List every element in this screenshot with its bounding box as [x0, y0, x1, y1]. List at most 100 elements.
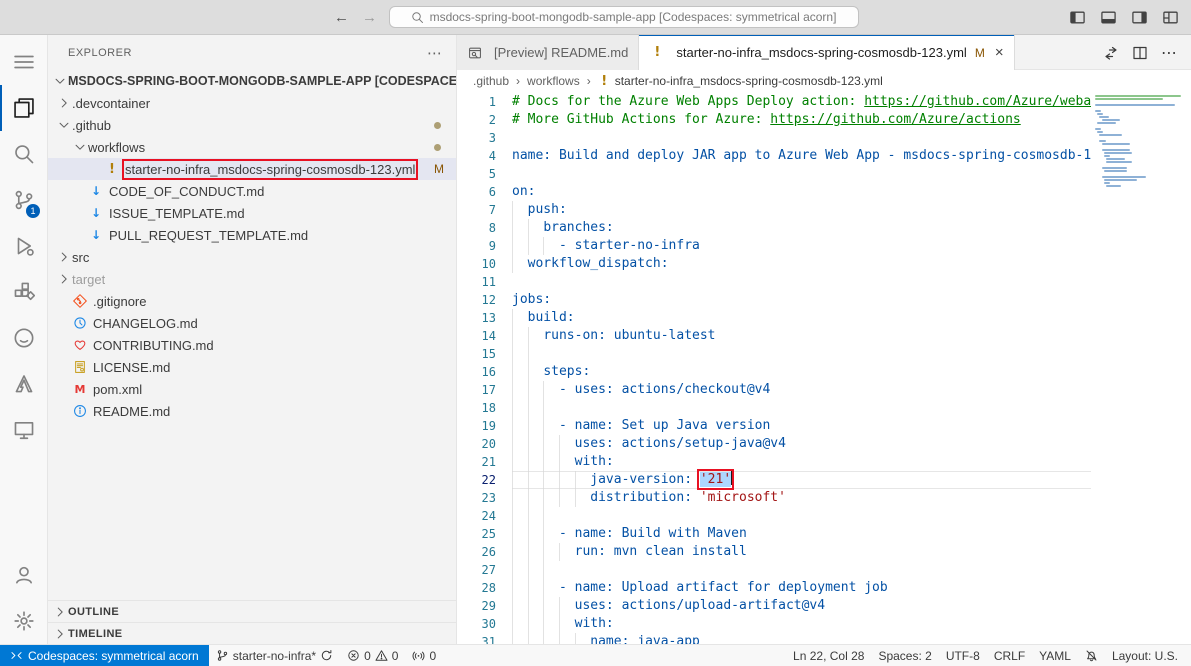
- tree-item-pom-xml[interactable]: Mpom.xml: [48, 378, 456, 400]
- code-line-12[interactable]: 12jobs:: [457, 291, 1091, 309]
- tree-item-pull-request-template-md[interactable]: ↓PULL_REQUEST_TEMPLATE.md: [48, 224, 456, 246]
- code-line-16[interactable]: 16 steps:: [457, 363, 1091, 381]
- encoding-indicator[interactable]: UTF-8: [939, 645, 987, 666]
- code-line-18[interactable]: 18: [457, 399, 1091, 417]
- code-line-17[interactable]: 17 - uses: actions/checkout@v4: [457, 381, 1091, 399]
- line-number: 16: [457, 363, 496, 381]
- outline-section[interactable]: OUTLINE: [48, 600, 456, 622]
- forward-icon[interactable]: →: [361, 9, 379, 26]
- activity-account[interactable]: [0, 552, 47, 598]
- activity-extensions[interactable]: [0, 269, 47, 315]
- breadcrumb-item-github[interactable]: .github: [473, 74, 509, 88]
- ports-indicator[interactable]: 0: [405, 645, 443, 666]
- activity-explorer[interactable]: [0, 85, 47, 131]
- minimap[interactable]: [1091, 92, 1191, 644]
- code-line-9[interactable]: 9 - starter-no-infra: [457, 237, 1091, 255]
- cursor-position[interactable]: Ln 22, Col 28: [786, 645, 871, 666]
- keyboard-layout[interactable]: Layout: U.S.: [1105, 645, 1185, 666]
- code-line-20[interactable]: 20 uses: actions/setup-java@v4: [457, 435, 1091, 453]
- tree-item-issue-template-md[interactable]: ↓ISSUE_TEMPLATE.md: [48, 202, 456, 224]
- language-indicator[interactable]: YAML: [1032, 645, 1078, 666]
- tree-item-label: .gitignore: [93, 294, 146, 309]
- code-line-15[interactable]: 15: [457, 345, 1091, 363]
- code-line-25[interactable]: 25 - name: Build with Maven: [457, 525, 1091, 543]
- timeline-section[interactable]: TIMELINE: [48, 622, 456, 644]
- remote-indicator[interactable]: Codespaces: symmetrical acorn: [0, 645, 209, 666]
- editor-more-actions-icon[interactable]: ⋯: [1161, 43, 1177, 63]
- back-icon[interactable]: ←: [333, 9, 351, 26]
- activity-settings[interactable]: [0, 598, 47, 644]
- breadcrumb-item-file[interactable]: ! starter-no-infra_msdocs-spring-cosmosd…: [598, 74, 883, 88]
- indentation-indicator[interactable]: Spaces: 2: [871, 645, 938, 666]
- tab-preview-readme-md[interactable]: [Preview] README.md: [457, 35, 639, 70]
- code-line-19[interactable]: 19 - name: Set up Java version: [457, 417, 1091, 435]
- tree-item-gitignore[interactable]: .gitignore: [48, 290, 456, 312]
- tab-starter-no-infra-msdocs-spring-cosmosdb-123-yml[interactable]: !starter-no-infra_msdocs-spring-cosmosdb…: [639, 35, 1014, 70]
- branch-indicator[interactable]: starter-no-infra*: [209, 645, 340, 666]
- tree-item-license-md[interactable]: LICENSE.md: [48, 356, 456, 378]
- code-line-4[interactable]: 4name: Build and deploy JAR app to Azure…: [457, 147, 1091, 165]
- code-editor[interactable]: 1# Docs for the Azure Web Apps Deploy ac…: [457, 92, 1191, 644]
- line-number: 3: [457, 129, 496, 147]
- activity-run-debug[interactable]: [0, 223, 47, 269]
- scm-badge: 1: [26, 204, 40, 218]
- tree-item-code-of-conduct-md[interactable]: ↓CODE_OF_CONDUCT.md: [48, 180, 456, 202]
- code-line-28[interactable]: 28 - name: Upload artifact for deploymen…: [457, 579, 1091, 597]
- keyboard-layout-label: Layout: U.S.: [1112, 649, 1178, 663]
- activity-search[interactable]: [0, 131, 47, 177]
- toggle-secondary-sidebar-icon[interactable]: [1131, 9, 1148, 26]
- explorer-root-folder[interactable]: MSDOCS-SPRING-BOOT-MONGODB-SAMPLE-APP [C…: [48, 70, 456, 92]
- activity-github[interactable]: [0, 315, 47, 361]
- code-line-8[interactable]: 8 branches:: [457, 219, 1091, 237]
- tree-item-devcontainer[interactable]: .devcontainer: [48, 92, 456, 114]
- code-line-14[interactable]: 14 runs-on: ubuntu-latest: [457, 327, 1091, 345]
- code-line-1[interactable]: 1# Docs for the Azure Web Apps Deploy ac…: [457, 93, 1091, 111]
- line-content: - starter-no-infra: [512, 237, 1091, 255]
- tree-item-contributing-md[interactable]: CONTRIBUTING.md: [48, 334, 456, 356]
- indent-guide: [543, 579, 544, 597]
- code-line-30[interactable]: 30 with:: [457, 615, 1091, 633]
- command-center-search[interactable]: msdocs-spring-boot-mongodb-sample-app [C…: [389, 6, 859, 28]
- toggle-sidebar-icon[interactable]: [1069, 9, 1086, 26]
- tree-item-workflows[interactable]: workflows: [48, 136, 456, 158]
- open-changes-icon[interactable]: [1103, 45, 1119, 61]
- breadcrumb-item-workflows[interactable]: workflows: [527, 74, 580, 88]
- activity-menu[interactable]: [0, 39, 47, 85]
- notifications-toggle[interactable]: [1078, 645, 1105, 666]
- eol-indicator[interactable]: CRLF: [987, 645, 1032, 666]
- code-line-6[interactable]: 6on:: [457, 183, 1091, 201]
- line-content: [512, 561, 1091, 579]
- code-line-31[interactable]: 31 name: java-app: [457, 633, 1091, 644]
- split-editor-icon[interactable]: [1132, 45, 1148, 61]
- code-line-21[interactable]: 21 with:: [457, 453, 1091, 471]
- code-line-7[interactable]: 7 push:: [457, 201, 1091, 219]
- problems-indicator[interactable]: 0 0: [340, 645, 405, 666]
- code-line-3[interactable]: 3: [457, 129, 1091, 147]
- code-line-13[interactable]: 13 build:: [457, 309, 1091, 327]
- tree-item-github[interactable]: .github: [48, 114, 456, 136]
- tree-item-starter-no-infra-msdocs-spring-cosmosdb-123-yml[interactable]: !starter-no-infra_msdocs-spring-cosmosdb…: [48, 158, 456, 180]
- code-line-27[interactable]: 27: [457, 561, 1091, 579]
- code-line-11[interactable]: 11: [457, 273, 1091, 291]
- tree-item-changelog-md[interactable]: CHANGELOG.md: [48, 312, 456, 334]
- chevron-right-icon: [56, 271, 72, 287]
- code-line-23[interactable]: 23 distribution: 'microsoft': [457, 489, 1091, 507]
- customize-layout-icon[interactable]: [1162, 9, 1179, 26]
- tree-item-readme-md[interactable]: README.md: [48, 400, 456, 422]
- explorer-more-actions-icon[interactable]: ⋯: [427, 44, 442, 62]
- code-line-29[interactable]: 29 uses: actions/upload-artifact@v4: [457, 597, 1091, 615]
- tree-item-src[interactable]: src: [48, 246, 456, 268]
- toggle-panel-icon[interactable]: [1100, 9, 1117, 26]
- sync-icon[interactable]: [320, 649, 333, 662]
- code-line-24[interactable]: 24: [457, 507, 1091, 525]
- code-line-5[interactable]: 5: [457, 165, 1091, 183]
- code-line-2[interactable]: 2# More GitHub Actions for Azure: https:…: [457, 111, 1091, 129]
- code-line-22[interactable]: 22 java-version: '21': [457, 471, 1091, 489]
- code-line-10[interactable]: 10 workflow_dispatch:: [457, 255, 1091, 273]
- code-line-26[interactable]: 26 run: mvn clean install: [457, 543, 1091, 561]
- tree-item-target[interactable]: target: [48, 268, 456, 290]
- activity-source-control[interactable]: 1: [0, 177, 47, 223]
- tab-close-icon[interactable]: ×: [995, 44, 1004, 61]
- activity-azure[interactable]: [0, 361, 47, 407]
- activity-remote-explorer[interactable]: [0, 407, 47, 453]
